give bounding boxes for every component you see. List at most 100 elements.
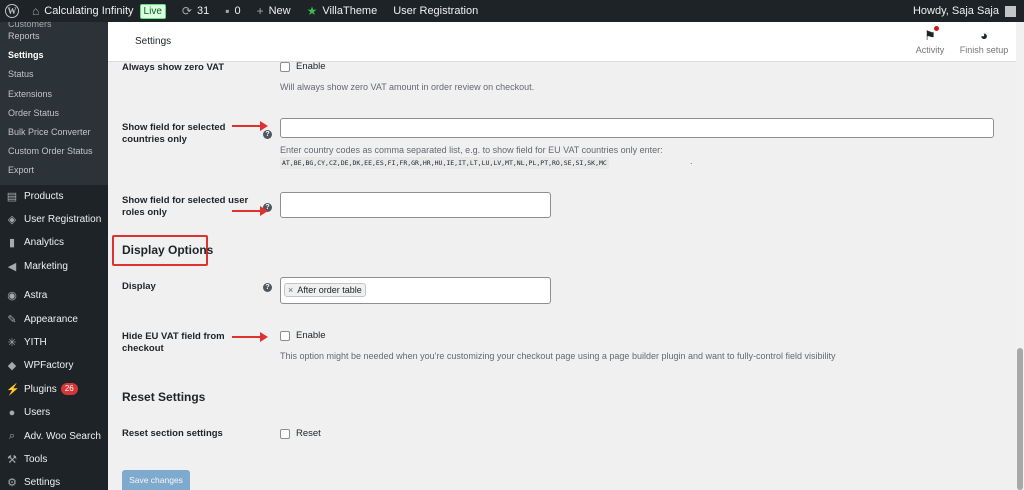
sidebar-item-settings[interactable]: ⚙ Settings — [0, 471, 108, 490]
sidebar-item-label: Users — [24, 407, 51, 419]
sidebar-item-products[interactable]: ▤ Products — [0, 185, 108, 208]
sidebar-item-label: Tools — [24, 453, 48, 465]
user-roles-label-line1: Show field for selected user — [122, 195, 249, 206]
sidebar-item-astra[interactable]: ◉ Astra — [0, 284, 108, 307]
submenu-item-order-status[interactable]: Order Status — [0, 104, 108, 123]
sidebar-item-analytics[interactable]: ▮ Analytics — [0, 231, 108, 254]
user-registration-link[interactable]: User Registration — [385, 0, 486, 22]
analytics-icon: ▮ — [8, 237, 16, 250]
home-icon: ⌂ — [32, 4, 40, 18]
page-header: Settings ⚑ Activity ◕ Finish setup — [108, 22, 1016, 62]
astra-icon: ◉ — [7, 290, 17, 303]
comments-link[interactable]: ▪ 0 — [217, 0, 248, 22]
sidebar-item-user-registration[interactable]: ◈ User Registration — [0, 208, 108, 231]
new-content-link[interactable]: + New — [249, 0, 299, 22]
submenu-item-customers[interactable]: Customers — [0, 22, 108, 27]
sidebar-item-label: Adv. Woo Search — [24, 430, 101, 442]
users-icon: ● — [8, 406, 16, 419]
zero-vat-checkbox[interactable] — [280, 61, 290, 72]
marketing-icon: ◀ — [7, 260, 17, 273]
countries-label: Show field for selected countries only — [122, 122, 225, 146]
user-roles-label-line2: roles only — [122, 207, 167, 218]
hide-field-label-line1: Hide EU VAT field from — [122, 331, 225, 342]
zero-vat-description: Will always show zero VAT amount in orde… — [280, 82, 535, 92]
countries-label-line2: countries only — [122, 134, 187, 145]
submenu-item-extensions[interactable]: Extensions — [0, 85, 108, 104]
avatar — [1005, 5, 1016, 17]
page-title: Settings — [135, 36, 172, 47]
admin-bar: W ⌂ Calculating Infinity Live ⟳ 31 ▪ 0 +… — [0, 0, 1024, 22]
sidebar-item-label: User Registration — [24, 214, 102, 226]
sidebar-item-label: WPFactory — [24, 360, 74, 372]
reset-settings-heading: Reset Settings — [122, 390, 206, 404]
updates-icon: ⟳ — [181, 4, 192, 18]
sidebar-item-adv-woo-search[interactable]: ⌕ Adv. Woo Search — [0, 424, 108, 447]
updates-link[interactable]: ⟳ 31 — [174, 0, 217, 22]
villatheme-link[interactable]: ★ VillaTheme — [299, 0, 386, 22]
submenu-item-export[interactable]: Export — [0, 161, 108, 180]
activity-button[interactable]: ⚑ Activity — [908, 26, 952, 55]
hide-field-label: Hide EU VAT field from checkout — [122, 331, 225, 355]
user-registration-icon: ◈ — [7, 214, 17, 227]
wordpress-logo-icon: W — [5, 4, 19, 18]
reset-checkbox[interactable] — [280, 428, 290, 439]
display-label: Display — [122, 281, 156, 292]
sidebar-item-label: Appearance — [24, 313, 78, 325]
remove-tag-icon[interactable]: × — [288, 285, 293, 295]
display-selected-tag-label: After order table — [297, 285, 362, 295]
my-account-link[interactable]: Howdy, Saja Saja — [905, 0, 1024, 22]
site-name-link[interactable]: ⌂ Calculating Infinity Live — [24, 0, 174, 22]
annotation-arrow — [232, 206, 268, 216]
save-changes-button[interactable]: Save changes — [122, 470, 190, 490]
sidebar-item-tools[interactable]: ⚒ Tools — [0, 448, 108, 471]
submenu-item-settings[interactable]: Settings — [0, 46, 108, 65]
zero-vat-checkbox-row[interactable]: Enable — [280, 61, 326, 72]
woocommerce-submenu: Customers Reports Settings Status Extens… — [0, 22, 108, 185]
hide-field-description: This option might be needed when you're … — [280, 351, 836, 361]
countries-input[interactable] — [280, 118, 994, 138]
hide-field-checkbox-row[interactable]: Enable — [280, 330, 326, 341]
sidebar-item-wpfactory[interactable]: ◆ WPFactory — [0, 354, 108, 377]
search-icon: ⌕ — [8, 429, 16, 442]
flag-icon: ⚑ — [924, 26, 939, 43]
yith-icon: ✳ — [7, 337, 17, 350]
display-help-icon[interactable]: ? — [263, 283, 272, 292]
appearance-icon: ✎ — [7, 313, 17, 326]
sidebar-item-label: Marketing — [24, 260, 68, 272]
sidebar-item-label: Products — [24, 190, 64, 202]
reset-label: Reset section settings — [122, 428, 223, 439]
sidebar-item-marketing[interactable]: ◀ Marketing — [0, 255, 108, 278]
sidebar-item-label: Astra — [24, 290, 48, 302]
sidebar-item-yith[interactable]: ✳ YITH — [0, 331, 108, 354]
submenu-item-status[interactable]: Status — [0, 65, 108, 84]
submenu-item-reports[interactable]: Reports — [0, 27, 108, 46]
sidebar-item-label: Analytics — [24, 237, 65, 249]
finish-setup-button[interactable]: ◕ Finish setup — [956, 27, 1012, 55]
zero-vat-checkbox-label: Enable — [296, 61, 326, 72]
display-options-heading: Display Options — [122, 243, 214, 257]
country-codes-example: AT,BE,BG,CY,CZ,DE,DK,EE,ES,FI,FR,GR,HR,H… — [280, 157, 609, 169]
user-roles-label: Show field for selected user roles only — [122, 195, 248, 219]
comment-icon: ▪ — [225, 4, 230, 18]
page-scrollbar[interactable] — [1016, 22, 1024, 490]
hide-field-checkbox[interactable] — [280, 330, 290, 341]
products-icon: ▤ — [6, 190, 18, 203]
reset-checkbox-row[interactable]: Reset — [280, 428, 321, 439]
sidebar-item-plugins[interactable]: ⚡ Plugins 26 — [0, 378, 108, 401]
sidebar-item-label: Plugins — [24, 383, 57, 395]
countries-help-icon[interactable]: ? — [263, 130, 272, 139]
sidebar-item-label: YITH — [24, 337, 47, 349]
site-name: Calculating Infinity — [44, 5, 134, 17]
sidebar-item-appearance[interactable]: ✎ Appearance — [0, 307, 108, 330]
submenu-item-bulk-price-converter[interactable]: Bulk Price Converter — [0, 123, 108, 142]
live-badge: Live — [139, 3, 166, 19]
sidebar-item-users[interactable]: ● Users — [0, 401, 108, 424]
wordpress-logo-button[interactable]: W — [0, 0, 24, 22]
plus-icon: + — [256, 4, 264, 18]
scrollbar-thumb[interactable] — [1017, 348, 1023, 490]
submenu-item-custom-order-status[interactable]: Custom Order Status — [0, 142, 108, 161]
user-roles-input[interactable] — [280, 192, 551, 218]
annotation-arrow — [232, 121, 268, 131]
admin-sidebar: Customers Reports Settings Status Extens… — [0, 22, 108, 490]
hide-field-checkbox-label: Enable — [296, 330, 326, 341]
